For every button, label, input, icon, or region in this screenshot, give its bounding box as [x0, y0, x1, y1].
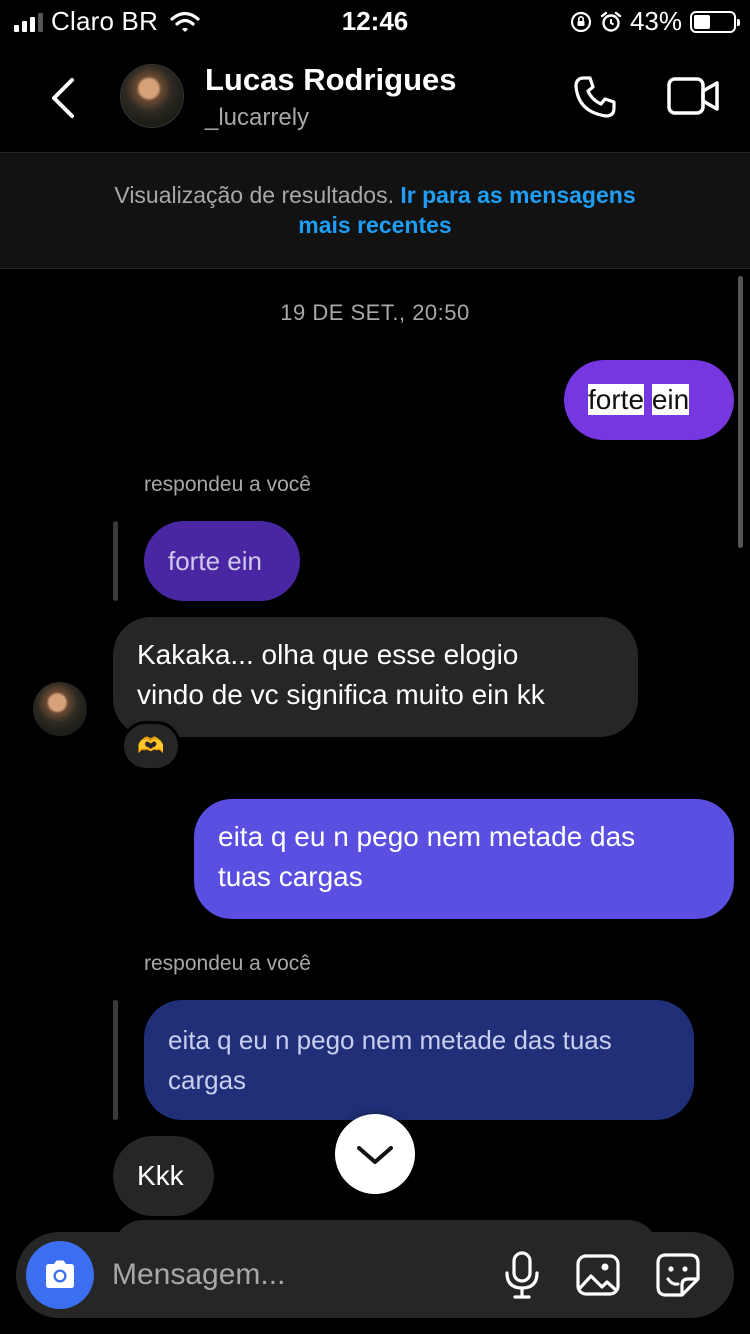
battery-icon — [690, 10, 740, 33]
message-timestamp: 19 DE SET., 20:50 — [280, 300, 470, 325]
received-message[interactable]: Kakaka... olha que esse elogio vindo de … — [113, 617, 638, 737]
message-line: cargas — [168, 1065, 247, 1095]
gallery-button[interactable] — [574, 1251, 622, 1299]
reply-label: respondeu a você — [144, 473, 311, 496]
battery-percent: 43% — [629, 6, 682, 36]
camera-icon — [46, 1260, 74, 1288]
video-call-button[interactable] — [666, 74, 720, 118]
message-line: tuas cargas — [218, 861, 363, 892]
sent-message[interactable]: eita q eu n pego nem metade das tuas car… — [194, 799, 734, 919]
contact-avatar[interactable] — [120, 64, 184, 128]
orientation-lock-icon — [570, 11, 592, 33]
status-bar: Claro BR 12:46 43% — [0, 0, 750, 40]
message-line: eita q eu n pego nem metade das tuas — [168, 1025, 612, 1055]
camera-button[interactable] — [26, 1241, 94, 1309]
sticker-icon — [656, 1253, 700, 1297]
search-highlight: forte — [588, 384, 645, 415]
reply-bar — [113, 521, 118, 601]
battery-level — [694, 14, 711, 29]
message-input[interactable] — [112, 1252, 482, 1298]
sent-message[interactable]: forte ein — [564, 360, 734, 440]
search-results-banner: Visualização de resultados. Ir para as m… — [0, 152, 750, 269]
reply-label: respondeu a você — [144, 952, 311, 975]
alarm-icon — [600, 11, 622, 33]
voice-message-button[interactable] — [500, 1248, 544, 1302]
search-highlight: ein — [651, 384, 690, 415]
video-camera-icon — [667, 77, 719, 115]
reply-bar — [113, 1000, 118, 1120]
scroll-to-bottom-button[interactable] — [335, 1114, 415, 1194]
microphone-icon — [505, 1251, 539, 1299]
back-button[interactable] — [44, 70, 84, 126]
banner-text: Visualização de resultados. — [114, 182, 394, 208]
message-line: vindo de vc significa muito ein kk — [137, 679, 545, 710]
status-right: 43% — [570, 6, 740, 37]
chat-header: Lucas Rodrigues _lucarrely — [0, 48, 750, 152]
sender-avatar[interactable] — [33, 682, 87, 736]
audio-call-button[interactable] — [570, 72, 620, 122]
heart-hands-reaction[interactable]: 🫶 — [121, 721, 181, 771]
chevron-left-icon — [52, 78, 74, 118]
contact-username[interactable]: _lucarrely — [205, 104, 309, 132]
quoted-message[interactable]: forte ein — [144, 521, 300, 601]
jump-to-recent-link-line2[interactable]: mais recentes — [298, 212, 451, 238]
message-line: eita q eu n pego nem metade das — [218, 821, 636, 852]
message-line: Kakaka... olha que esse elogio — [137, 639, 519, 670]
jump-to-recent-link[interactable]: Ir para as mensagens — [400, 182, 635, 208]
contact-name[interactable]: Lucas Rodrigues — [205, 62, 457, 98]
quoted-message[interactable]: eita q eu n pego nem metade das tuas car… — [144, 1000, 694, 1120]
sticker-button[interactable] — [654, 1251, 702, 1299]
phone-icon — [574, 76, 616, 118]
chevron-down-icon — [357, 1146, 393, 1164]
received-message[interactable]: Kkk — [113, 1136, 214, 1216]
image-icon — [576, 1254, 620, 1296]
